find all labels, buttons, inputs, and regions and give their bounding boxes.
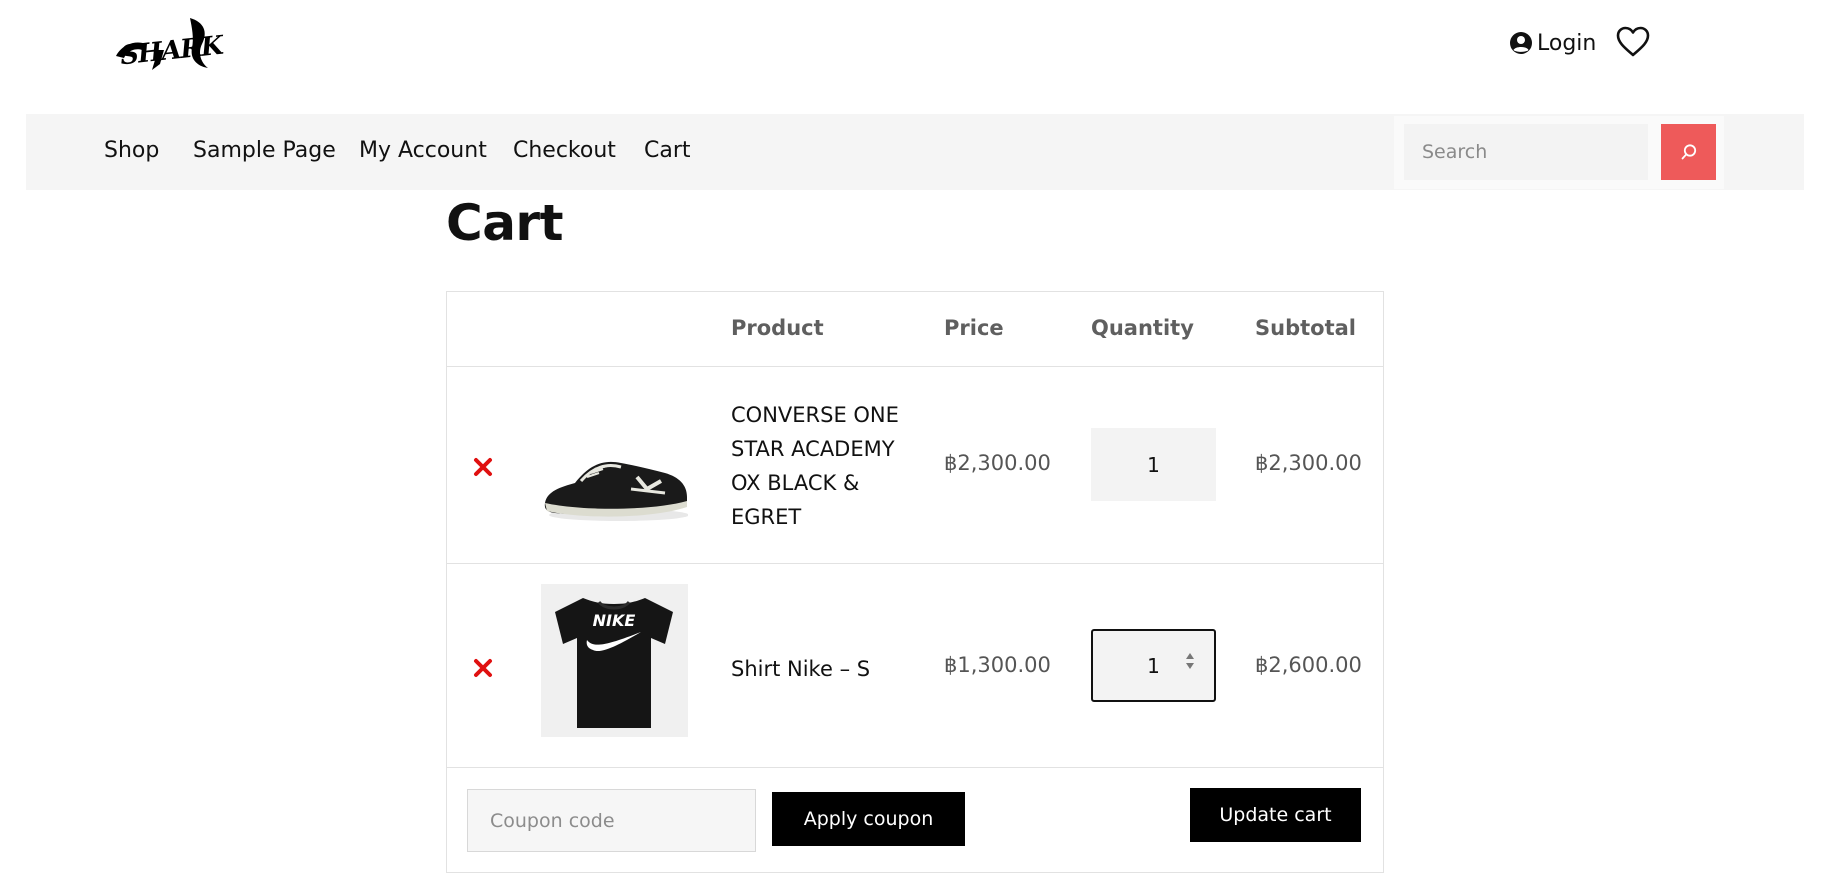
nav-item-checkout[interactable]: Checkout [513,138,616,163]
quantity-input[interactable]: 1 [1091,629,1216,702]
svg-text:NIKE: NIKE [593,611,636,630]
page-title: Cart [446,194,564,252]
cart-table [446,291,1384,873]
product-name-link[interactable]: CONVERSE ONE STAR ACADEMY OX BLACK & EGR… [731,398,911,534]
wishlist-button[interactable] [1615,24,1651,60]
column-header-price: Price [944,316,1004,340]
product-name-line: Shirt Nike – S [731,657,871,681]
product-price: ฿1,300.00 [944,653,1051,677]
column-header-quantity: Quantity [1091,316,1194,340]
product-name-line: STAR ACADEMY [731,437,895,461]
column-header-product: Product [731,316,824,340]
spinner-up-icon[interactable] [1186,653,1194,659]
column-header-subtotal: Subtotal [1255,316,1356,340]
table-divider [447,563,1383,564]
shoe-thumbnail[interactable] [541,393,688,546]
heart-icon [1616,26,1650,57]
remove-item-icon[interactable] [472,456,494,478]
update-cart-button[interactable]: Update cart [1190,788,1361,842]
nav-item-shop[interactable]: Shop [104,138,159,163]
login-label: Login [1537,30,1597,56]
remove-item-icon[interactable] [472,657,494,679]
tshirt-thumbnail[interactable]: NIKE [541,584,688,737]
coupon-code-input[interactable] [467,789,756,852]
nav-item-my-account[interactable]: My Account [359,138,487,163]
quantity-spinner[interactable] [1186,653,1194,669]
quantity-input[interactable]: 1 [1091,428,1216,501]
search-icon [1681,144,1696,160]
user-circle-icon [1510,32,1532,54]
product-name-link[interactable]: Shirt Nike – S [731,652,911,686]
search-input[interactable] [1404,124,1648,180]
product-name-line: OX BLACK & [731,471,860,495]
product-price: ฿2,300.00 [944,451,1051,475]
product-subtotal: ฿2,300.00 [1255,451,1362,475]
site-logo[interactable]: SHARK [112,14,224,74]
product-name-line: EGRET [731,505,802,529]
quantity-value: 1 [1147,653,1160,678]
product-name-line: CONVERSE ONE [731,403,899,427]
table-divider [447,767,1383,768]
nav-item-cart[interactable]: Cart [644,138,691,163]
product-subtotal: ฿2,600.00 [1255,653,1362,677]
login-link[interactable]: Login [1509,28,1596,58]
apply-coupon-button[interactable]: Apply coupon [772,792,965,846]
search-button[interactable] [1661,124,1716,180]
quantity-value: 1 [1147,452,1160,477]
nav-item-sample-page[interactable]: Sample Page [193,138,336,163]
spinner-down-icon[interactable] [1186,663,1194,669]
table-divider [447,366,1383,367]
